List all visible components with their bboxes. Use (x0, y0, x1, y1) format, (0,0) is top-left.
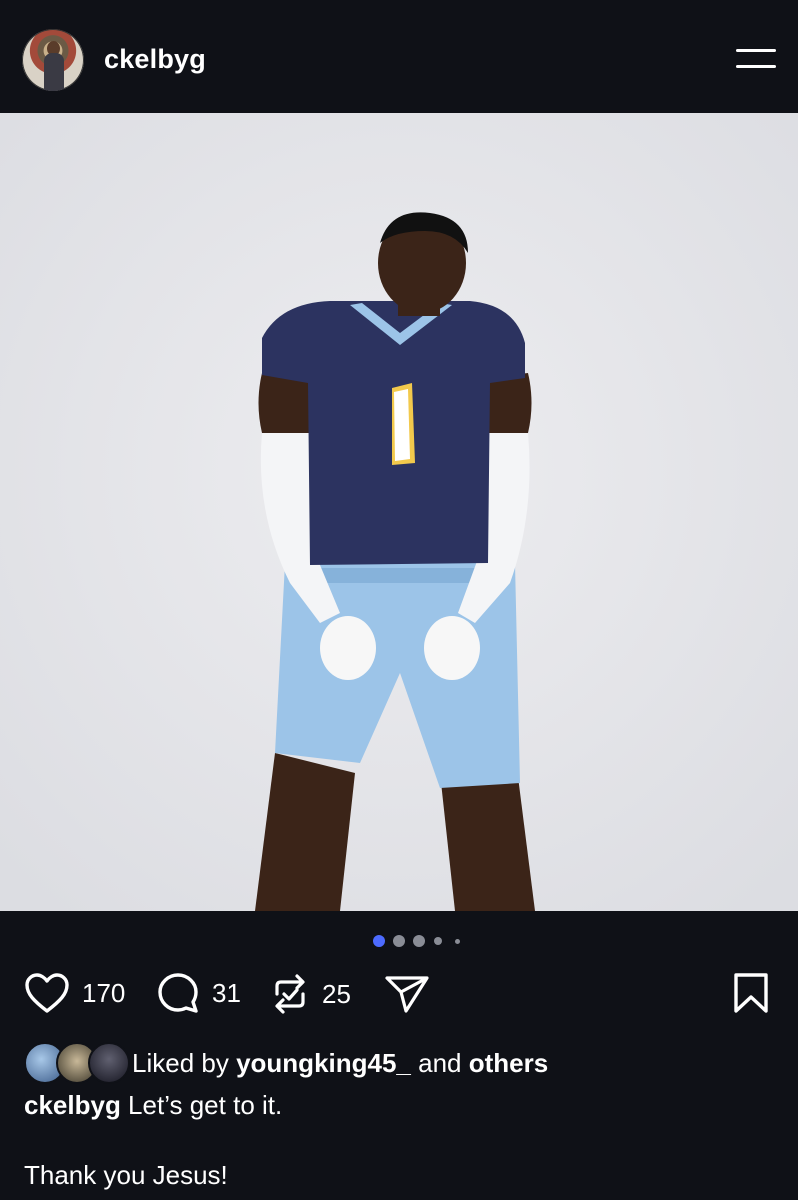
liked-by-text: Liked by youngking45_ and others (132, 1048, 548, 1079)
liker-avatar (88, 1042, 130, 1084)
bookmark-button[interactable] (732, 972, 770, 1014)
liked-by-user[interactable]: youngking45_ (236, 1048, 411, 1078)
caption-text: Let’s get to it. (120, 1090, 283, 1120)
avatar-figure (44, 53, 64, 91)
post-header: ckelbyg (0, 0, 798, 113)
comment-count: 31 (212, 977, 241, 1008)
caption-username[interactable]: ckelbyg (24, 1090, 121, 1120)
repost-button[interactable]: 25 (270, 972, 351, 1016)
comment-icon (158, 973, 198, 1013)
bookmark-icon (734, 973, 768, 1013)
heart-icon (25, 973, 69, 1013)
like-count: 170 (82, 977, 126, 1008)
repost-count: 25 (322, 978, 351, 1009)
share-button[interactable] (384, 974, 430, 1014)
carousel-dot (413, 935, 425, 947)
carousel-dot (455, 939, 460, 944)
post-action-bar: 170 31 25 (0, 964, 798, 1024)
liked-by-others[interactable]: others (469, 1048, 548, 1078)
repost-icon (275, 974, 305, 1014)
post-photo[interactable] (0, 113, 798, 911)
liked-by-row[interactable]: Liked by youngking45_ and others (24, 1040, 784, 1084)
send-icon (385, 976, 429, 1013)
hamburger-menu-icon[interactable] (730, 46, 776, 72)
carousel-dot (434, 937, 442, 945)
carousel-dot (393, 935, 405, 947)
comment-button[interactable]: 31 (156, 972, 241, 1014)
caption-line-2: Thank you Jesus! (24, 1160, 228, 1190)
like-button[interactable]: 170 (24, 972, 125, 1014)
carousel-dot-active (373, 935, 385, 947)
football-player-illustration (0, 113, 798, 911)
carousel-indicator (0, 934, 798, 948)
post-author-username[interactable]: ckelbyg (104, 44, 206, 75)
post-caption: ckelbyg Let’s get to it. (24, 1090, 282, 1121)
liked-by-and: and (410, 1048, 469, 1078)
liked-by-prefix: Liked by (132, 1048, 237, 1078)
profile-avatar[interactable] (22, 29, 84, 91)
